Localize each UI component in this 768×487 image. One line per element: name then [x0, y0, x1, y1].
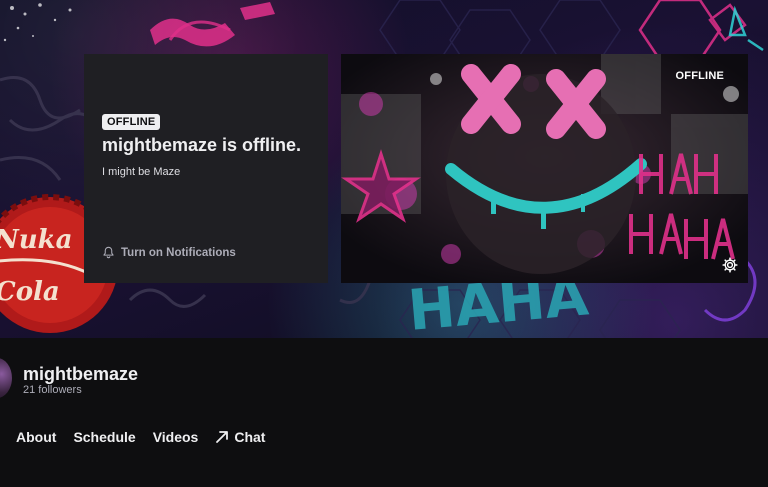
channel-avatar[interactable] [0, 358, 12, 398]
svg-text:Nuka: Nuka [0, 225, 73, 255]
follower-count: 21 followers [23, 384, 82, 396]
tab-videos[interactable]: Videos [153, 429, 199, 445]
tab-chat-label: Chat [234, 429, 266, 445]
preview-offline-label: OFFLINE [675, 70, 724, 82]
turn-on-notifications-button[interactable]: Turn on Notifications [102, 246, 236, 259]
channel-page: HAHA Nuka Cola OFFLINE mightbemaze is of… [0, 0, 768, 487]
channel-name[interactable]: mightbemaze [23, 364, 138, 385]
tab-schedule[interactable]: Schedule [73, 429, 135, 445]
tab-videos-label: Videos [152, 429, 199, 445]
bell-icon [103, 246, 114, 259]
graffiti-smiley-art [341, 54, 748, 283]
channel-banner: HAHA Nuka Cola OFFLINE mightbemaze is of… [0, 0, 768, 338]
notifications-label: Turn on Notifications [121, 246, 236, 259]
tab-chat[interactable]: Chat [215, 429, 265, 445]
offline-preview-image[interactable]: OFFLINE [341, 54, 748, 283]
tab-about[interactable]: About [16, 429, 56, 445]
channel-info-bar: mightbemaze 21 followers About Schedule … [0, 338, 768, 487]
channel-tabs: About Schedule Videos Chat [16, 429, 282, 445]
offline-badge: OFFLINE [102, 114, 161, 130]
gear-icon[interactable] [722, 257, 738, 273]
tab-schedule-label: Schedule [73, 429, 136, 445]
svg-text:Cola: Cola [0, 277, 60, 307]
offline-card: OFFLINE mightbemaze is offline. I might … [84, 54, 328, 283]
offline-title: mightbemaze is offline. [102, 135, 302, 155]
offline-description: I might be Maze [102, 166, 181, 178]
external-arrow-icon [216, 431, 229, 443]
tab-about-label: About [16, 429, 57, 445]
